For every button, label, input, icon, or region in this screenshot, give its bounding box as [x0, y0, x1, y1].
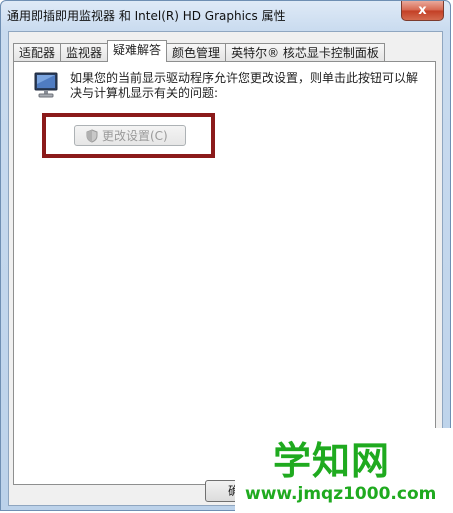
troubleshoot-description: 如果您的当前显示驱动程序允许您更改设置，则单击此按钮可以解决与计算机显示有关的问…	[70, 71, 419, 100]
tab-intel-control-panel[interactable]: 英特尔® 核芯显卡控制面板	[225, 43, 385, 62]
window-title: 通用即插即用监视器 和 Intel(R) HD Graphics 属性	[7, 9, 286, 23]
watermark-url: www.jmqz1000.com	[245, 484, 437, 504]
close-icon: x	[418, 3, 427, 18]
tab-adapter[interactable]: 适配器	[13, 43, 62, 62]
title-bar[interactable]: 通用即插即用监视器 和 Intel(R) HD Graphics 属性 x	[1, 1, 450, 31]
tab-monitor[interactable]: 监视器	[60, 43, 109, 62]
tab-color-management[interactable]: 颜色管理	[166, 43, 227, 62]
highlight-box	[42, 113, 215, 158]
watermark-title: 学知网	[273, 439, 391, 483]
tab-strip: 适配器 监视器 疑难解答 颜色管理 英特尔® 核芯显卡控制面板	[13, 40, 385, 62]
monitor-icon	[34, 72, 58, 98]
watermark: 学知网 www.jmqz1000.com	[235, 428, 453, 513]
close-button[interactable]: x	[401, 1, 444, 21]
tab-troubleshoot[interactable]: 疑难解答	[107, 40, 168, 62]
